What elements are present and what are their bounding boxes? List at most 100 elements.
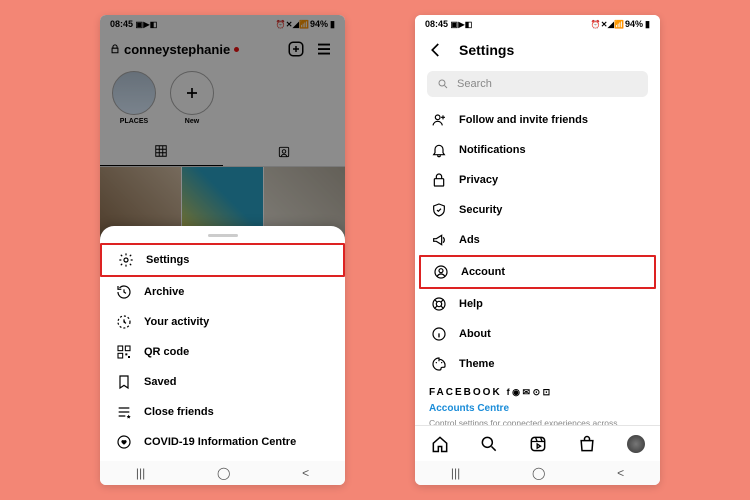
search-placeholder: Search xyxy=(457,78,492,90)
android-nav-bar: ||| ◯ < xyxy=(415,461,660,485)
clock-history-icon xyxy=(116,284,132,300)
menu-label: Saved xyxy=(144,376,176,388)
person-circle-icon xyxy=(433,264,449,280)
megaphone-icon xyxy=(431,232,447,248)
tab-search[interactable] xyxy=(479,434,499,454)
settings-label: Security xyxy=(459,204,502,216)
menu-label: Settings xyxy=(146,254,189,266)
settings-label: Account xyxy=(461,266,505,278)
plus-icon xyxy=(182,83,202,103)
settings-list: Follow and invite friends Notifications … xyxy=(415,105,660,379)
story-highlights: PLACES New xyxy=(100,65,345,137)
palette-icon xyxy=(431,356,447,372)
recents-button[interactable]: ||| xyxy=(451,466,460,480)
menu-item-saved[interactable]: Saved xyxy=(100,367,345,397)
search-icon xyxy=(437,78,449,90)
bookmark-icon xyxy=(116,374,132,390)
settings-header: Settings xyxy=(415,33,660,67)
list-star-icon xyxy=(116,404,132,420)
dimmed-background: 08:45 ▣ ▶ ◧ ⏰ ✕ ◢ 📶 94%▮ conneystephanie… xyxy=(100,15,345,249)
status-bar: 08:45 ▣ ▶ ◧ ⏰ ✕ ◢ 📶 94%▮ xyxy=(415,15,660,33)
android-nav-bar: ||| ◯ < xyxy=(100,461,345,485)
status-time: 08:45 xyxy=(110,19,133,29)
profile-tabs xyxy=(100,137,345,167)
home-button[interactable]: ◯ xyxy=(532,466,545,480)
phone-settings: 08:45 ▣ ▶ ◧ ⏰ ✕ ◢ 📶 94%▮ Settings Search… xyxy=(415,15,660,485)
search-input[interactable]: Search xyxy=(427,71,648,97)
bottom-sheet-menu: Settings Archive Your activity QR code S… xyxy=(100,226,345,461)
gear-icon xyxy=(118,252,134,268)
back-arrow-button[interactable] xyxy=(427,41,445,59)
profile-header: conneystephanie xyxy=(100,33,345,65)
highlight-new[interactable]: New xyxy=(170,71,214,135)
settings-item-privacy[interactable]: Privacy xyxy=(419,165,656,195)
settings-label: Follow and invite friends xyxy=(459,114,588,126)
tab-profile[interactable] xyxy=(626,434,646,454)
settings-label: Privacy xyxy=(459,174,498,186)
settings-item-security[interactable]: Security xyxy=(419,195,656,225)
username[interactable]: conneystephanie xyxy=(110,42,279,57)
tab-home[interactable] xyxy=(430,434,450,454)
status-left-icons: ▣ ▶ ◧ xyxy=(451,20,472,29)
facebook-label: FACEBOOK xyxy=(429,387,502,398)
settings-item-help[interactable]: Help xyxy=(419,289,656,319)
menu-label: QR code xyxy=(144,346,189,358)
settings-label: Ads xyxy=(459,234,480,246)
settings-label: About xyxy=(459,328,491,340)
fb-app-glyphs: f ◉ ✉ ⊙ ⊡ xyxy=(507,387,550,398)
tagged-tab[interactable] xyxy=(223,137,346,166)
status-left-icons: ▣ ▶ ◧ xyxy=(136,20,157,29)
settings-item-about[interactable]: About xyxy=(419,319,656,349)
page-title: Settings xyxy=(459,42,514,58)
shield-icon xyxy=(431,202,447,218)
settings-item-notifications[interactable]: Notifications xyxy=(419,135,656,165)
hamburger-menu-button[interactable] xyxy=(313,38,335,60)
bell-icon xyxy=(431,142,447,158)
settings-item-follow[interactable]: Follow and invite friends xyxy=(419,105,656,135)
settings-label: Theme xyxy=(459,358,494,370)
settings-label: Notifications xyxy=(459,144,526,156)
recents-button[interactable]: ||| xyxy=(136,466,145,480)
menu-item-close-friends[interactable]: Close friends xyxy=(100,397,345,427)
settings-label: Help xyxy=(459,298,483,310)
sheet-grabber[interactable] xyxy=(208,234,238,237)
battery-percent: 94% xyxy=(310,19,328,29)
menu-label: COVID-19 Information Centre xyxy=(144,436,296,448)
status-bar: 08:45 ▣ ▶ ◧ ⏰ ✕ ◢ 📶 94%▮ xyxy=(100,15,345,33)
tab-reels[interactable] xyxy=(528,434,548,454)
settings-item-account[interactable]: Account xyxy=(419,255,656,289)
menu-label: Archive xyxy=(144,286,184,298)
lock-icon xyxy=(431,172,447,188)
menu-label: Your activity xyxy=(144,316,209,328)
new-post-button[interactable] xyxy=(285,38,307,60)
back-button[interactable]: < xyxy=(302,466,309,480)
status-time: 08:45 xyxy=(425,19,448,29)
avatar xyxy=(627,435,645,453)
grid-tab[interactable] xyxy=(100,137,223,166)
menu-item-activity[interactable]: Your activity xyxy=(100,307,345,337)
menu-item-settings[interactable]: Settings xyxy=(100,243,345,277)
lock-icon xyxy=(110,44,120,54)
settings-item-ads[interactable]: Ads xyxy=(419,225,656,255)
accounts-centre-link[interactable]: Accounts Centre xyxy=(429,403,646,414)
settings-item-theme[interactable]: Theme xyxy=(419,349,656,379)
add-friend-icon xyxy=(431,112,447,128)
info-icon xyxy=(431,326,447,342)
bottom-tab-bar xyxy=(415,425,660,461)
menu-item-qr[interactable]: QR code xyxy=(100,337,345,367)
tab-shop[interactable] xyxy=(577,434,597,454)
home-button[interactable]: ◯ xyxy=(217,466,230,480)
menu-item-archive[interactable]: Archive xyxy=(100,277,345,307)
back-button[interactable]: < xyxy=(617,466,624,480)
menu-item-covid[interactable]: COVID-19 Information Centre xyxy=(100,427,345,457)
menu-label: Close friends xyxy=(144,406,214,418)
qr-code-icon xyxy=(116,344,132,360)
status-right-icons: ⏰ ✕ ◢ 📶 xyxy=(276,20,308,29)
covid-heart-icon xyxy=(116,434,132,450)
status-right-icons: ⏰ ✕ ◢ 📶 xyxy=(591,20,623,29)
life-ring-icon xyxy=(431,296,447,312)
activity-icon xyxy=(116,314,132,330)
notification-dot xyxy=(234,47,239,52)
phone-profile: 08:45 ▣ ▶ ◧ ⏰ ✕ ◢ 📶 94%▮ conneystephanie… xyxy=(100,15,345,485)
highlight-places[interactable]: PLACES xyxy=(112,71,156,135)
